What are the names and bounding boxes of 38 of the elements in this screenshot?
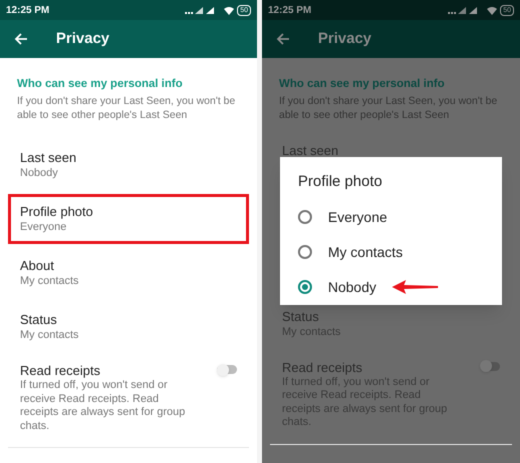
setting-label: Status [282, 308, 320, 324]
setting-value: Nobody [20, 166, 59, 181]
toggle-switch[interactable] [217, 365, 237, 374]
setting-value: My contacts [20, 274, 80, 289]
section-title: Who can see my personal info [17, 77, 184, 92]
setting-label: Profile photo [20, 203, 94, 220]
section-title: Who can see my personal info [279, 77, 446, 92]
setting-row[interactable]: Last seen Nobody [8, 140, 249, 190]
clock-time: 12:25 PM [6, 4, 50, 18]
setting-row[interactable]: Status My contacts [8, 302, 249, 352]
setting-label: Status [20, 311, 58, 328]
clock-time: 12:25 PM [268, 4, 312, 18]
radio-button[interactable] [298, 245, 312, 259]
option-label[interactable]: My contacts [328, 242, 403, 262]
setting-label: Read receipts [20, 362, 102, 379]
setting-value: Everyone [20, 220, 68, 235]
setting-label: Last seen [20, 149, 78, 166]
setting-label: Last seen [282, 144, 340, 157]
wifi-icon [224, 6, 234, 14]
option-label[interactable]: Everyone [328, 206, 388, 228]
setting-description: If turned off, you won't send or receive Read receipts. Read receipts are always sent for group chats. [20, 379, 186, 433]
setting-label: About [20, 257, 55, 274]
setting-label: Read receipts [282, 358, 364, 376]
screen-title: Privacy [318, 28, 372, 49]
section-description: If you don't share your Last Seen, you won't be able to see other people's Last Seen [279, 94, 498, 122]
setting-value: My contacts [20, 328, 80, 343]
section-description: If you don't share your Last Seen, you won't be able to see other people's Last Seen [17, 94, 236, 122]
toggle-switch[interactable] [480, 362, 500, 370]
dialog-title: Profile photo [298, 172, 384, 192]
wifi-icon [487, 6, 498, 14]
screen-title: Privacy [56, 28, 110, 49]
radio-button[interactable] [298, 210, 312, 224]
radio-button[interactable] [298, 280, 312, 294]
arrow-icon [392, 280, 438, 294]
back-icon[interactable] [276, 33, 290, 45]
setting-row[interactable]: Profile photo Everyone [8, 194, 249, 244]
setting-row[interactable]: About My contacts [8, 248, 249, 298]
option-label[interactable]: Nobody [328, 276, 376, 298]
